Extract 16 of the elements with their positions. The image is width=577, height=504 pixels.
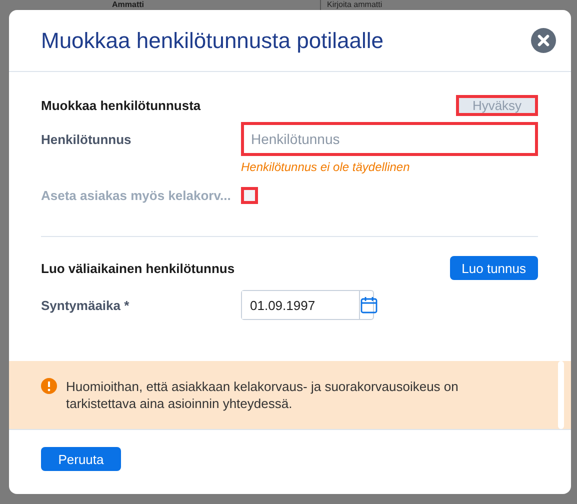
checkbox-label: Aseta asiakas myös kelakorv... — [41, 188, 232, 202]
field-label: Henkilötunnus — [41, 132, 132, 146]
close-icon[interactable] — [531, 28, 556, 53]
dialog-title: Muokkaa henkilötunnusta potilaalle — [41, 28, 384, 54]
notice-text: Huomioithan, että asiakkaan kelakorvaus- ja suorakorvausoikeus on tarkistettava aina asioinnin yhteydessä. — [66, 378, 460, 412]
field-label: Ammatti — [112, 0, 146, 10]
scrollbar[interactable] — [558, 361, 564, 429]
cancel-button[interactable]: Peruuta — [41, 447, 121, 471]
field-label: Syntymäaika * — [41, 298, 130, 312]
calendar-icon[interactable] — [360, 296, 378, 314]
section-heading: Luo väliaikainen henkilötunnus — [41, 260, 236, 276]
id-input-field[interactable]: Henkilötunnus — [241, 122, 538, 156]
create-id-button[interactable]: Luo tunnus — [450, 256, 538, 280]
section-heading: Muokkaa henkilötunnusta — [41, 98, 202, 112]
warning-icon — [41, 378, 57, 394]
error-message: Henkilötunnus ei ole täydellinen — [241, 160, 411, 174]
